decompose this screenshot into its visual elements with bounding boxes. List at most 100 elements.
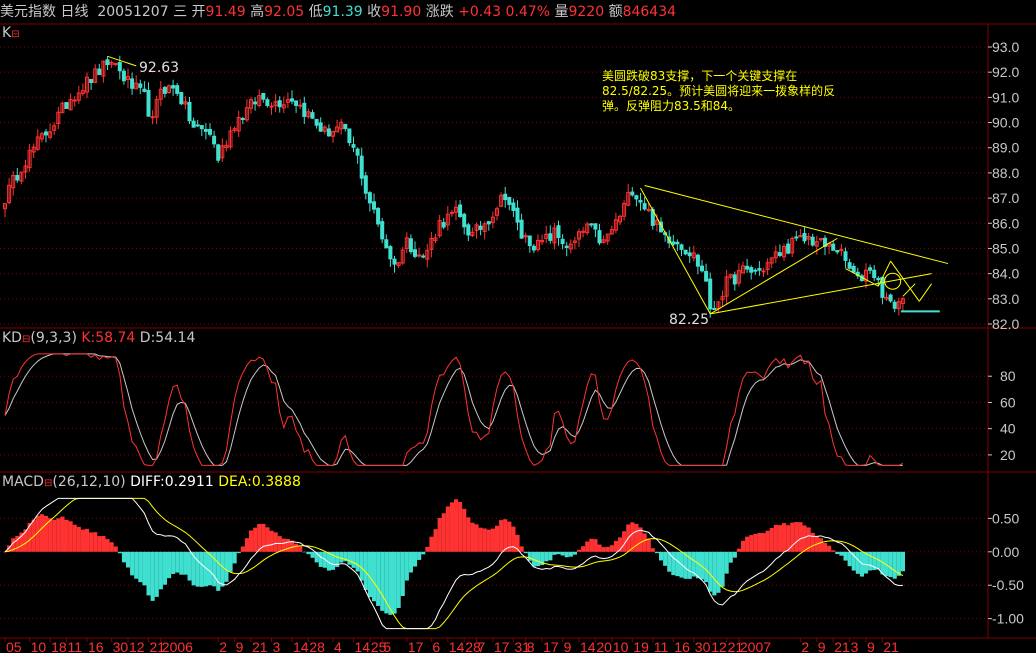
macd-histogram-bar: [753, 533, 758, 552]
candle-body: [72, 99, 77, 102]
x-tick-label: 3: [851, 639, 859, 653]
macd-histogram-bar: [458, 501, 463, 552]
macd-histogram-bar: [597, 544, 602, 552]
macd-histogram-bar: [736, 548, 741, 552]
macd-histogram-bar: [269, 530, 274, 552]
macd-histogram-bar: [704, 551, 709, 583]
x-tick-label: 9: [564, 639, 572, 653]
macd-histogram-bar: [134, 551, 139, 579]
candle-body: [638, 199, 643, 203]
candle-body: [208, 128, 212, 135]
macd-histogram-bar: [306, 551, 311, 555]
candle-body: [195, 124, 200, 127]
macd-histogram-bar: [425, 546, 430, 552]
x-tick-label: 21: [252, 639, 268, 653]
macd-histogram-bar: [220, 551, 225, 587]
macd-histogram-bar: [302, 551, 307, 553]
macd-histogram-bar: [208, 551, 213, 586]
macd-histogram-bar: [864, 551, 869, 574]
x-tick-label: 4: [334, 639, 342, 653]
macd-histogram-bar: [380, 551, 385, 611]
candle-body: [851, 265, 856, 273]
candle-body: [831, 243, 836, 251]
candle-body: [269, 105, 274, 108]
x-tick-label: 10: [31, 639, 47, 653]
candle-body: [355, 148, 360, 156]
kd-params: (9,3,3): [30, 330, 77, 346]
macd-histogram-bar: [101, 535, 106, 552]
macd-histogram-bar: [835, 551, 840, 555]
candle-body: [761, 270, 766, 273]
macd-histogram-bar: [609, 545, 614, 552]
candle-body: [847, 262, 852, 269]
candle-body: [146, 90, 151, 117]
macd-histogram-bar: [839, 551, 844, 556]
macd-histogram-bar: [724, 551, 729, 574]
candle-body: [191, 120, 196, 128]
stock-chart[interactable]: 82.0 83.0 84.0 85.0 86.0 87.0 88.0 89.0 90.0 91.0…: [0, 0, 1036, 653]
candle-body: [318, 122, 323, 132]
macd-histogram-bar: [437, 517, 442, 552]
macd-histogram-bar: [351, 551, 356, 568]
macd-histogram-bar: [572, 551, 577, 555]
macd-histogram-bar: [466, 517, 471, 552]
macd-histogram-bar: [777, 525, 782, 552]
candle-body: [261, 93, 266, 100]
candle-body: [408, 238, 413, 253]
candle-body: [216, 144, 221, 161]
macd-histogram-bar: [593, 539, 598, 552]
macd-histogram-bar: [388, 551, 393, 615]
macd-histogram-bar: [93, 532, 98, 552]
trend-line: [918, 283, 933, 302]
macd-histogram-bar: [675, 551, 680, 577]
candle-body: [531, 245, 536, 251]
x-tick-label: 05: [6, 639, 22, 653]
macd-histogram-bar: [396, 551, 401, 609]
macd-histogram-bar: [548, 551, 553, 561]
macd-histogram-bar: [794, 522, 799, 552]
macd-histogram-bar: [257, 523, 262, 552]
minimize-icon[interactable]: ⊟: [11, 29, 19, 40]
macd-histogram-bar: [503, 519, 508, 552]
macd-histogram-bar: [536, 551, 541, 567]
x-tick-label: 11: [68, 639, 83, 653]
x-tick-label: 16: [88, 639, 104, 653]
macd-histogram-bar: [310, 551, 315, 558]
macd-histogram-bar: [60, 516, 65, 552]
macd-histogram-bar: [417, 551, 422, 560]
macd-histogram-bar: [757, 533, 762, 552]
macd-histogram-bar: [240, 546, 245, 552]
macd-histogram-bar: [72, 524, 77, 552]
macd-histogram-bar: [659, 551, 664, 561]
candle-body: [294, 100, 299, 106]
candle-body: [835, 250, 840, 253]
macd-tick-label: -0.50: [992, 577, 1024, 593]
candle-body: [597, 230, 602, 244]
macd-panel-label: MACD: [2, 474, 44, 490]
candle-body: [786, 243, 791, 254]
macd-histogram-bar: [523, 551, 528, 554]
kd-tick-label: 40: [1000, 421, 1016, 437]
macd-tick-label: 0.00: [992, 544, 1019, 560]
candle-body: [113, 62, 118, 65]
macd-histogram-bar: [183, 551, 188, 575]
candle-body: [843, 251, 848, 261]
candle-body: [458, 204, 463, 217]
candle-body: [700, 265, 704, 272]
candle-body: [97, 68, 102, 76]
macd-histogram-bar: [105, 539, 110, 552]
candle-body: [392, 258, 397, 265]
macd-histogram-bar: [765, 530, 770, 552]
kd-tick-label: 20: [1000, 447, 1016, 463]
macd-histogram-bar: [376, 551, 381, 606]
macd-histogram-bar: [56, 518, 61, 552]
candle-body: [679, 244, 684, 250]
x-tick-label: 21: [883, 639, 899, 653]
macd-histogram-bar: [68, 521, 73, 552]
macd-histogram-bar: [44, 515, 49, 552]
candle-body: [413, 249, 417, 257]
x-tick-label: 10: [613, 639, 629, 653]
low-price-label: 82.25: [669, 312, 710, 328]
macd-histogram-bar: [556, 551, 561, 555]
macd-histogram-bar: [827, 545, 832, 552]
